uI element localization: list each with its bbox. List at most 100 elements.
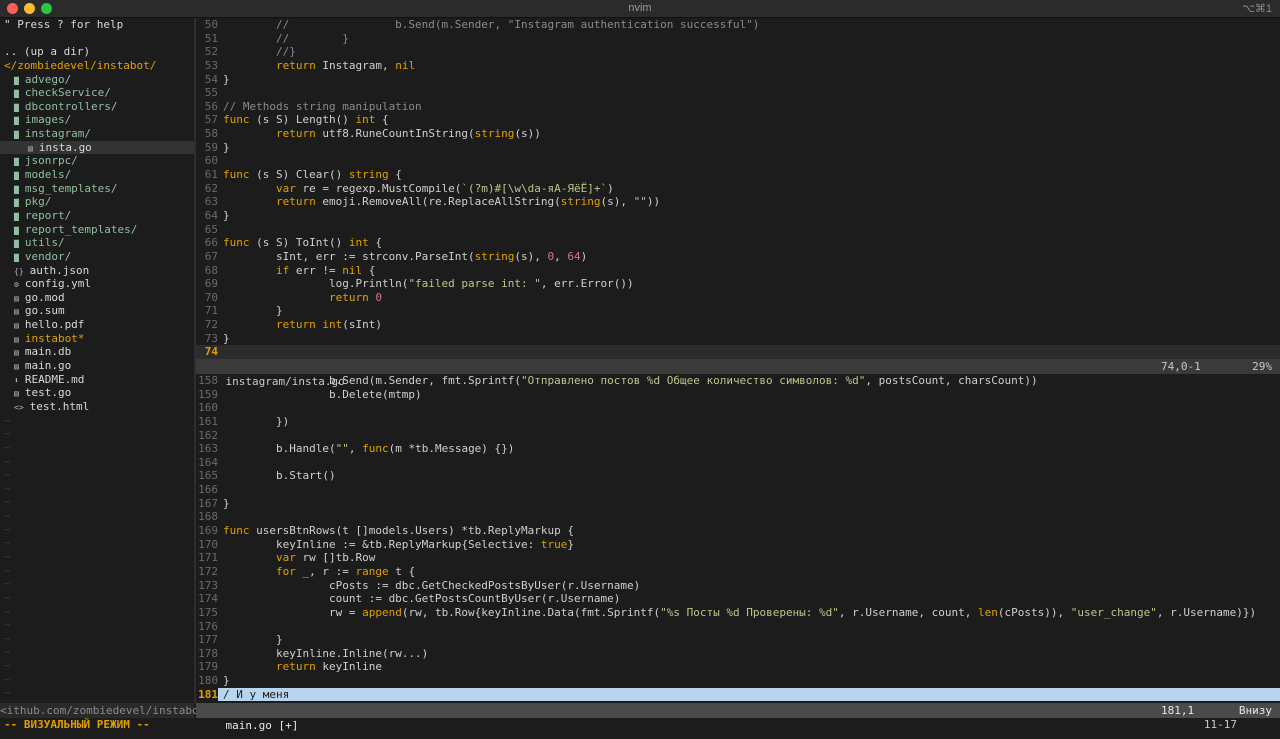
code-line[interactable]: 172 for _, r := range t { — [196, 565, 1280, 579]
tree-entry[interactable]: ▇ jsonrpc/ — [0, 154, 194, 168]
nerdtree-statusline: <ithub.com/zombiedevel/instabot — [0, 703, 206, 718]
tree-entry[interactable]: ▇ report/ — [0, 209, 194, 223]
line-number: 172 — [198, 564, 218, 578]
tree-entry[interactable]: ▤ hello.pdf — [0, 318, 194, 332]
code-line[interactable]: 159 b.Delete(mtmp) — [196, 388, 1280, 402]
nerdtree-panel[interactable]: " Press ? for help .. (up a dir) </zombi… — [0, 18, 194, 703]
code-line[interactable]: 69 log.Println("failed parse int: ", err… — [196, 277, 1280, 291]
tree-entry[interactable]: ▤ go.sum — [0, 304, 194, 318]
code-line[interactable]: 56 // Methods string manipulation — [196, 100, 1280, 114]
code-token: return — [275, 127, 316, 141]
tree-entry-label: report_templates/ — [24, 222, 138, 236]
tree-entry[interactable]: ▇ report_templates/ — [0, 223, 194, 237]
line-number: 167 — [198, 496, 218, 510]
code-line[interactable]: 73} — [196, 332, 1280, 346]
code-line[interactable]: 62 var re = regexp.MustCompile(`(?m)#[\w… — [196, 182, 1280, 196]
nerdtree-root[interactable]: </zombiedevel/instabot/ — [0, 59, 194, 73]
tree-entry[interactable]: ▇ images/ — [0, 113, 194, 127]
code-line[interactable]: 180} — [196, 674, 1280, 688]
code-line[interactable]: 53 return Instagram, nil — [196, 59, 1280, 73]
tree-entry[interactable]: ⚙ config.yml — [0, 277, 194, 291]
code-line[interactable]: 72 return int(sInt) — [196, 318, 1280, 332]
tree-entry[interactable]: {} auth.json — [0, 264, 194, 278]
code-token: (s), — [514, 249, 548, 263]
tree-entry[interactable]: ▇ msg_templates/ — [0, 182, 194, 196]
code-line[interactable]: 63 return emoji.RemoveAll(re.ReplaceAllS… — [196, 195, 1280, 209]
empty-line-marker: ~ — [4, 413, 11, 427]
code-line[interactable]: 61 func (s S) Clear() string { — [196, 168, 1280, 182]
tree-entry[interactable]: ▇ utils/ — [0, 236, 194, 250]
code-line[interactable]: 165 b.Start() — [196, 469, 1280, 483]
code-line[interactable]: 50 // b.Send(m.Sender, "Instagram authen… — [196, 18, 1280, 32]
tree-entry[interactable]: ▤ go.mod — [0, 291, 194, 305]
code-token: int — [322, 318, 343, 332]
tree-entry[interactable]: ▇ instagram/ — [0, 127, 194, 141]
code-text: sInt, err := strconv.ParseInt(string(s),… — [218, 250, 1280, 264]
code-token: // Methods string manipulation — [223, 99, 422, 113]
tree-entry[interactable]: ▇ pkg/ — [0, 195, 194, 209]
code-text: func (s S) ToInt() int { — [218, 236, 1280, 250]
code-line[interactable]: 173 cPosts := dbc.GetCheckedPostsByUser(… — [196, 579, 1280, 593]
code-line[interactable]: 168 — [196, 510, 1280, 524]
code-line[interactable]: 66 func (s S) ToInt() int { — [196, 236, 1280, 250]
tree-entry[interactable]: ▤ instabot* — [0, 332, 194, 346]
line-number: 179 — [198, 660, 218, 674]
tree-entry[interactable]: ▤ main.db — [0, 345, 194, 359]
code-token: keyInline.Inline(rw...) — [223, 646, 429, 660]
code-line[interactable]: 169 func usersBtnRows(t []models.Users) *… — [196, 524, 1280, 538]
tree-entry[interactable]: ⬇ README.md — [0, 373, 194, 387]
code-line[interactable]: 74 — [196, 345, 1280, 359]
code-line[interactable]: 174 count := dbc.GetPostsCountByUser(r.U… — [196, 592, 1280, 606]
tree-entry[interactable]: <> test.html — [0, 400, 194, 414]
mode-indicator: -- ВИЗУАЛЬНЫЙ РЕЖИМ -- — [4, 718, 150, 731]
code-line[interactable]: 65 — [196, 223, 1280, 237]
code-line[interactable]: 161 }) — [196, 415, 1280, 429]
code-line[interactable]: 181 / И у меня — [196, 687, 1280, 702]
tree-entry[interactable]: ▇ models/ — [0, 168, 194, 182]
code-text: } — [218, 674, 1280, 688]
tree-entry[interactable]: ▤ insta.go — [0, 140, 194, 155]
code-line[interactable]: 170 keyInline := &tb.ReplyMarkup{Selecti… — [196, 538, 1280, 552]
code-line[interactable]: 70 return 0 — [196, 291, 1280, 305]
code-token: (s), — [600, 195, 634, 209]
code-line[interactable]: 163 b.Handle("", func(m *tb.Message) {}) — [196, 442, 1280, 456]
tree-entry[interactable]: ▇ dbcontrollers/ — [0, 100, 194, 114]
editor-bottom-pane[interactable]: 158 b.Send(m.Sender, fmt.Sprintf("Отправ… — [196, 374, 1280, 703]
code-line[interactable]: 67 sInt, err := strconv.ParseInt(string(… — [196, 250, 1280, 264]
code-line[interactable]: 59} — [196, 141, 1280, 155]
tree-entry-label: go.mod — [24, 290, 65, 304]
code-line[interactable]: 64} — [196, 209, 1280, 223]
code-line[interactable]: 179 return keyInline — [196, 660, 1280, 674]
code-line[interactable]: 167} — [196, 497, 1280, 511]
editor-top-pane[interactable]: 50 // b.Send(m.Sender, "Instagram authen… — [196, 18, 1280, 359]
code-line[interactable]: 166 — [196, 483, 1280, 497]
code-line[interactable]: 68 if err != nil { — [196, 264, 1280, 278]
code-line[interactable]: 52 //} — [196, 45, 1280, 59]
code-line[interactable]: 164 — [196, 456, 1280, 470]
code-line[interactable]: 60 — [196, 154, 1280, 168]
code-line[interactable]: 71 } — [196, 304, 1280, 318]
code-line[interactable]: 55 — [196, 86, 1280, 100]
code-line[interactable]: 171 var rw []tb.Row — [196, 551, 1280, 565]
code-token: (cPosts)), — [997, 605, 1071, 619]
tree-entry[interactable]: ▤ main.go — [0, 359, 194, 373]
nerdtree-up-dir[interactable]: .. (up a dir) — [0, 45, 194, 59]
empty-line-marker: ~ — [4, 427, 11, 441]
folder-icon: ▇ — [14, 211, 19, 221]
tree-entry[interactable]: ▇ vendor/ — [0, 250, 194, 264]
code-line[interactable]: 158 b.Send(m.Sender, fmt.Sprintf("Отправ… — [196, 374, 1280, 388]
tree-entry[interactable]: ▤ test.go — [0, 386, 194, 400]
tree-entry[interactable]: ▇ advego/ — [0, 73, 194, 87]
code-line[interactable]: 175 rw = append(rw, tb.Row{keyInline.Dat… — [196, 606, 1280, 620]
code-line[interactable]: 58 return utf8.RuneCountInString(string(… — [196, 127, 1280, 141]
code-line[interactable]: 51 // } — [196, 32, 1280, 46]
code-line[interactable]: 162 — [196, 429, 1280, 443]
code-line[interactable]: 176 — [196, 620, 1280, 634]
tree-entry[interactable]: ▇ checkService/ — [0, 86, 194, 100]
code-line[interactable]: 160 — [196, 401, 1280, 415]
code-line[interactable]: 178 keyInline.Inline(rw...) — [196, 647, 1280, 661]
code-line[interactable]: 57 func (s S) Length() int { — [196, 113, 1280, 127]
code-line[interactable]: 177 } — [196, 633, 1280, 647]
code-line[interactable]: 54} — [196, 73, 1280, 87]
code-token: `(?m)#[\w\dа-яА-ЯёЁ]+` — [461, 181, 608, 195]
